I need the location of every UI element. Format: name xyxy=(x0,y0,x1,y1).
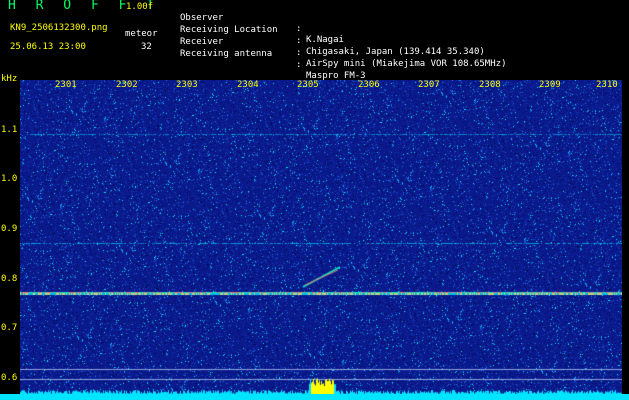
info-value: K.Nagai xyxy=(306,35,344,45)
x-tick-label: 2301 xyxy=(55,80,77,90)
spectrogram xyxy=(20,80,622,396)
datetime-label: 25.06.13 23:00 xyxy=(10,42,86,52)
y-axis-unit: kHz xyxy=(1,74,18,84)
info-key: Receiving antenna xyxy=(180,49,273,59)
y-tick-label: 0.8 xyxy=(1,274,18,284)
x-tick-label: 2305 xyxy=(297,80,319,90)
meteor-label: meteor xyxy=(125,29,158,39)
x-tick-label: 2308 xyxy=(479,80,501,90)
info-colon: : xyxy=(296,60,302,70)
x-tick-label: 2310 xyxy=(596,80,618,90)
x-tick-label: 2307 xyxy=(418,80,440,90)
y-tick-label: 0.7 xyxy=(1,323,18,333)
x-tick-label: 2304 xyxy=(237,80,259,90)
info-value: Chigasaki, Japan (139.414 35.340) xyxy=(306,47,485,57)
signal-baseline xyxy=(0,394,629,400)
info-colon: : xyxy=(296,36,302,46)
header-panel: H R O F F T 1.00f KN9_2506132300.png met… xyxy=(0,0,629,81)
x-tick-label: 2302 xyxy=(116,80,138,90)
version-label: 1.00f xyxy=(126,2,154,12)
right-margin xyxy=(622,80,629,400)
info-colon: : xyxy=(296,24,302,34)
meteor-count: 32 xyxy=(141,42,152,52)
info-colon: : xyxy=(296,48,302,58)
filename-label: KN9_2506132300.png xyxy=(10,23,108,33)
y-tick-label: 1.1 xyxy=(1,125,18,135)
y-tick-label: 0.6 xyxy=(1,373,18,383)
x-tick-label: 2306 xyxy=(358,80,380,90)
x-tick-label: 2303 xyxy=(176,80,198,90)
info-value: AirSpy mini (Miakejima VOR 108.65MHz) xyxy=(306,59,507,69)
y-tick-label: 0.9 xyxy=(1,224,18,234)
x-tick-label: 2309 xyxy=(539,80,561,90)
y-tick-label: 1.0 xyxy=(1,174,18,184)
